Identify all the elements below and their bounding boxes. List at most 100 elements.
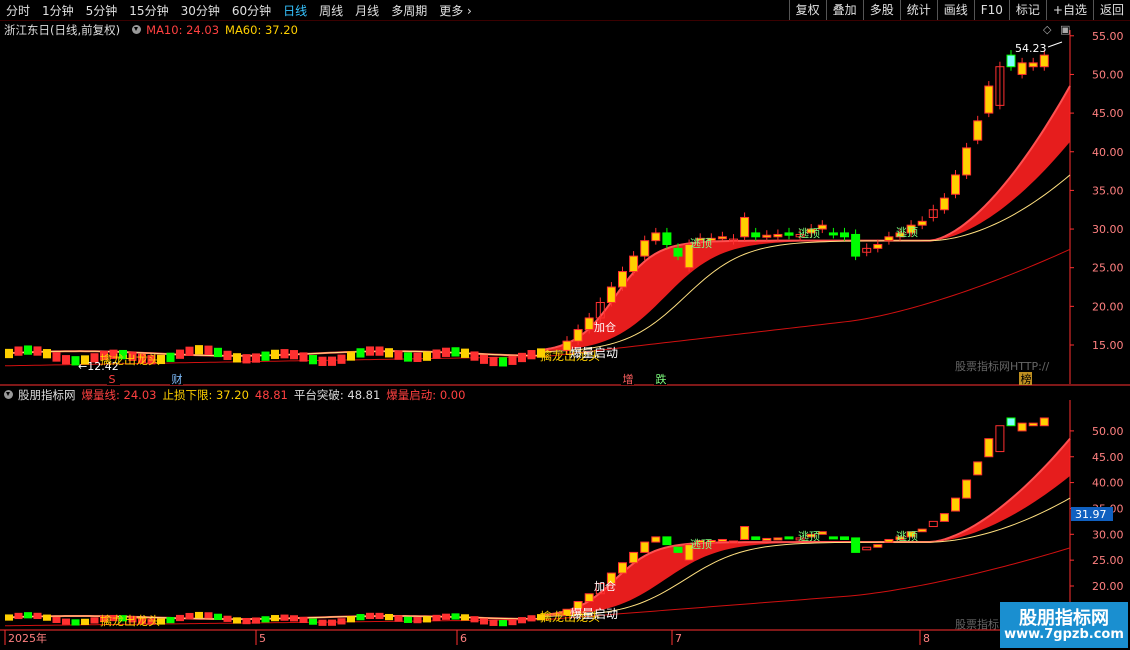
sub-candle [773, 537, 783, 541]
sub-ma-slow [4, 497, 1071, 620]
main-candle [962, 147, 972, 176]
ma60-label: MA60: 37.20 [225, 22, 298, 37]
chart-canvas[interactable]: 55.00 50.00 45.00 40.00 35.00 30.00 25.00 20.00… [0, 0, 1130, 650]
main-candle [884, 236, 894, 242]
marker-die: 跌 [656, 372, 667, 386]
peak-label: 54.23 [1015, 42, 1047, 55]
marker-s: S [109, 373, 116, 386]
sub-flat-bar [52, 616, 61, 623]
main-flat-bar [176, 349, 184, 359]
sub-flat-bar [24, 612, 32, 619]
main-candle [773, 233, 783, 238]
sub-candle [651, 536, 661, 543]
burst-start-label: 爆量启动: 0.00 [386, 387, 466, 402]
main-flat-bar [5, 348, 13, 359]
sub-candle [673, 546, 683, 553]
main-candle [584, 317, 594, 331]
main-candle [740, 216, 750, 238]
sub-tick-label: 40.00 [1092, 477, 1124, 490]
brand-watermark: 股朋指标网 www.7gpzb.com [1000, 602, 1128, 648]
main-candle [651, 232, 661, 242]
dropdown-circle-icon[interactable] [132, 25, 142, 34]
sub-flat-bar [71, 619, 80, 626]
sub-flat-bar [5, 614, 13, 621]
sub-flat-bar [252, 617, 260, 624]
main-candle [673, 247, 683, 257]
sub-flat-bar [451, 613, 460, 620]
sub-candle [962, 479, 972, 499]
sub-candle [928, 520, 938, 528]
sub-flat-bar [261, 616, 270, 623]
sub-flat-bar [404, 616, 412, 623]
main-flat-bar [223, 350, 232, 361]
marker-bang: 榜 [1021, 372, 1032, 386]
peak-arrow [1047, 41, 1063, 48]
indicator-name: 股朋指标网 [18, 387, 76, 402]
main-candle [1028, 62, 1038, 68]
escape-label: 逃顶 [690, 538, 712, 551]
main-candle [662, 232, 672, 246]
stock-title: 浙江东日(日线,前复权) [4, 22, 121, 37]
sub-candle [884, 538, 894, 543]
sub-candle [917, 528, 927, 533]
sub-candle [851, 537, 861, 553]
main-flat-bar [356, 348, 365, 358]
sub-flat-bar [423, 616, 431, 623]
main-candle [917, 220, 927, 226]
main-flat-bar [280, 349, 289, 359]
burst-line-label: 爆量线: 24.03 [81, 387, 157, 402]
sub-flat-bar [214, 613, 222, 620]
sub-flat-bar [413, 617, 422, 624]
main-tick-label: 20.00 [1092, 300, 1124, 313]
main-flat-bar [404, 352, 412, 362]
main-flat-bar [43, 349, 51, 359]
sub-flat-bar [195, 611, 203, 619]
main-flat-bar [423, 351, 431, 361]
main-flat-bar [508, 355, 517, 365]
sub-flat-bar [271, 615, 279, 622]
main-flat-bar [195, 345, 203, 355]
main-candle [573, 329, 583, 342]
panel-toggle-icon[interactable]: ▣ [1060, 23, 1070, 36]
main-tick-label: 15.00 [1092, 339, 1124, 352]
main-flat-bar [385, 348, 393, 358]
main-flat-bar [299, 352, 308, 362]
sub-flat-bar [43, 614, 51, 621]
main-tick-label: 35.00 [1092, 184, 1124, 197]
sub-flat-bar [328, 619, 336, 626]
main-flat-bar [242, 354, 251, 364]
sub-ribbon [5, 438, 1070, 620]
sub-flat-bar [347, 616, 355, 623]
sub-tick-label: 50.00 [1092, 425, 1124, 438]
main-candle [840, 232, 849, 238]
main-flat-bar [394, 350, 403, 360]
main-candle [606, 286, 616, 303]
main-ribbon [5, 86, 1070, 356]
sub-candle [618, 562, 627, 574]
sub-flat-bar [62, 618, 70, 625]
main-candle [939, 197, 949, 211]
dropdown-circle-icon[interactable] [4, 390, 13, 399]
sub-candle [629, 551, 639, 564]
main-candle [717, 236, 727, 240]
sub-flat-bar [242, 617, 251, 625]
burst-label: 爆量启动 [570, 607, 618, 621]
main-candle [1039, 54, 1049, 68]
diamond-icon[interactable]: ◇ [1043, 23, 1051, 36]
main-flat-bar [290, 350, 298, 360]
main-ma-long [4, 248, 1071, 367]
main-tick-label: 45.00 [1092, 107, 1124, 120]
main-candle [618, 271, 627, 288]
main-flat-bar [480, 354, 488, 364]
sub-tick-label: 25.00 [1092, 554, 1124, 567]
main-flat-bar [185, 346, 194, 356]
main-candle [751, 232, 761, 238]
time-label: 6 [460, 632, 467, 645]
main-tick-label: 25.00 [1092, 262, 1124, 275]
watermark-label: 股票指标网HTTP:// [955, 359, 1050, 373]
sub-candle [939, 513, 949, 522]
sub-tick-label: 20.00 [1092, 580, 1124, 593]
main-flat-bar [432, 349, 441, 359]
main-candle [1006, 54, 1016, 68]
main-flat-bar [271, 349, 279, 360]
